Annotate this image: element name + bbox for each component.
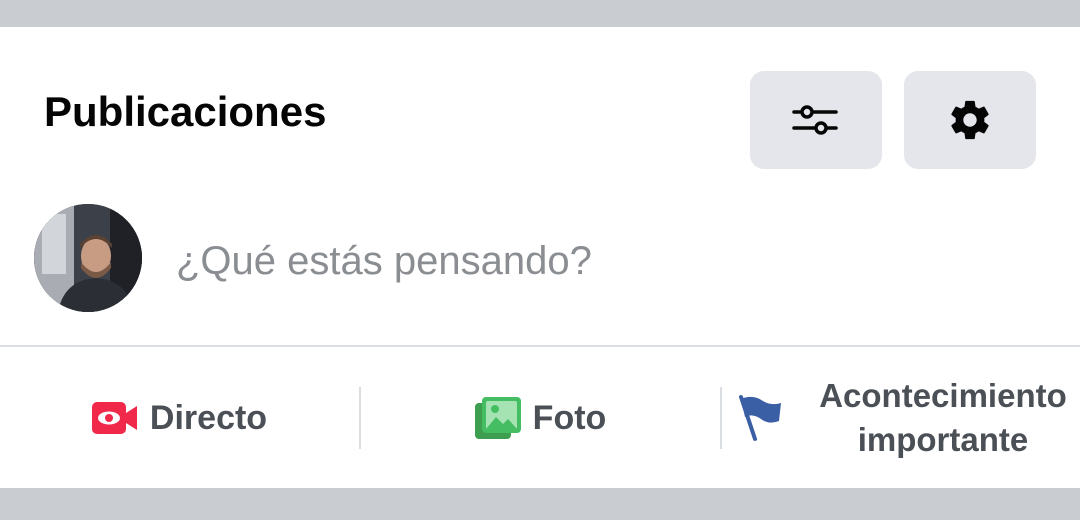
section-title: Publicaciones xyxy=(44,88,327,135)
life-event-label-line1: Acontecimiento xyxy=(819,376,1067,414)
flag-icon xyxy=(739,394,782,441)
life-event-button[interactable]: Acontecimiento importante xyxy=(722,347,1080,488)
composer-input[interactable]: ¿Qué estás pensando? xyxy=(176,236,592,286)
profile-photo xyxy=(34,204,142,312)
live-video-icon xyxy=(91,401,137,434)
photo-button[interactable]: Foto xyxy=(361,347,720,488)
live-video-label: Directo xyxy=(149,398,268,437)
settings-button[interactable] xyxy=(904,71,1036,169)
sliders-icon xyxy=(792,105,838,135)
life-event-label: Acontecimiento importante xyxy=(819,374,1067,462)
avatar[interactable] xyxy=(34,204,142,312)
photo-label: Foto xyxy=(532,398,607,437)
filter-button[interactable] xyxy=(750,71,882,169)
gear-icon xyxy=(951,100,989,140)
photo-icon xyxy=(474,396,521,439)
live-video-button[interactable]: Directo xyxy=(0,347,359,488)
life-event-label-line2: importante xyxy=(857,420,1029,458)
